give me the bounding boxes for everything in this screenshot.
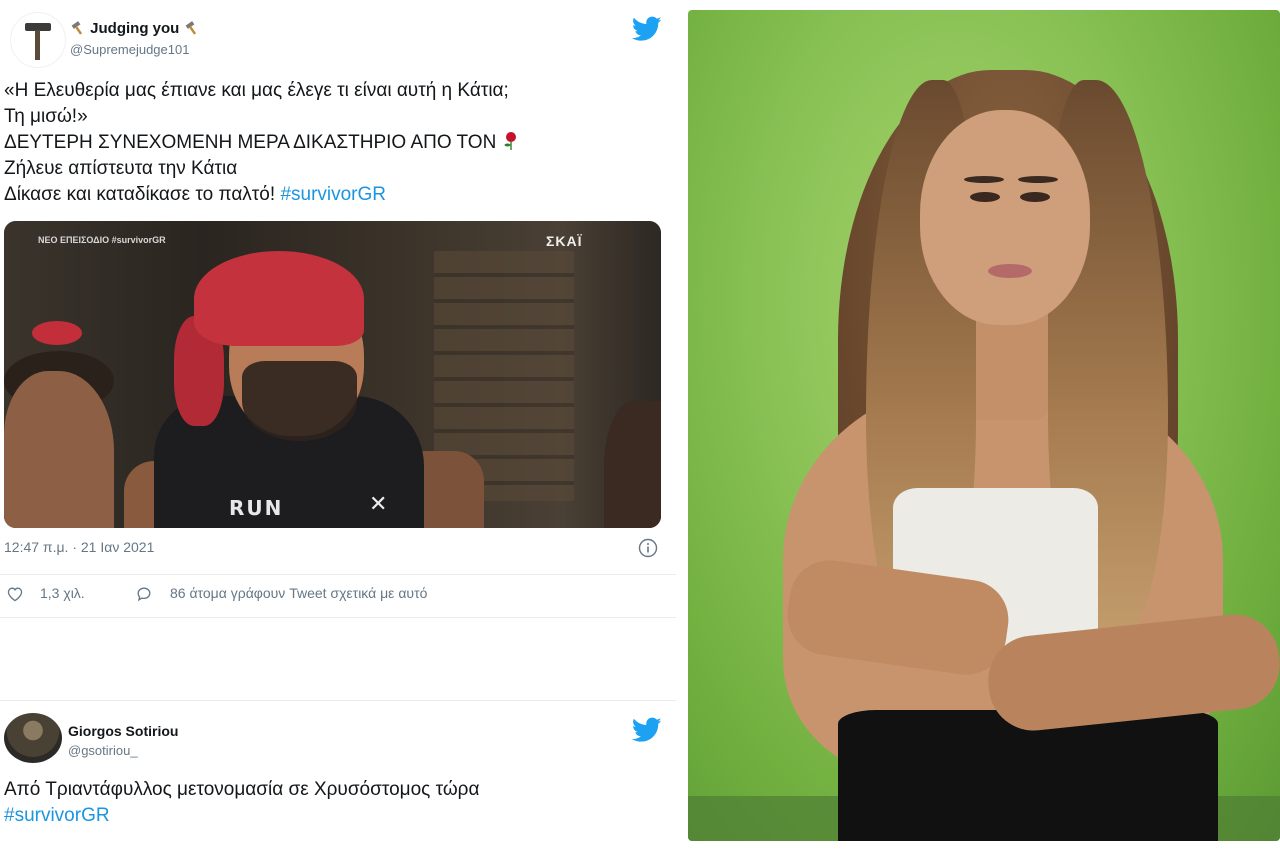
photo-eye (1020, 192, 1050, 202)
hashtag-link[interactable]: #survivorGR (280, 184, 386, 205)
tweet-timestamp[interactable]: 12:47 π.μ. · 21 Ιαν 2021 (4, 539, 154, 555)
video-left-person (4, 371, 114, 528)
author-name[interactable]: Giorgos Sotiriou (68, 723, 178, 739)
tweet-card[interactable]: Giorgos Sotiriou @gsotiriou_ Από Τριαντά… (0, 700, 676, 849)
video-channel-logo: ΣΚΑΪ (546, 233, 583, 249)
tweet-actions: 1,3 χιλ. 86 άτομα γράφουν Tweet σχετικά … (0, 574, 676, 610)
hammer-icon (71, 21, 83, 35)
tweet-text-line: «Η Ελευθερία μας έπιανε και μας έλεγε τι… (4, 80, 509, 101)
photo-eyebrow (1018, 176, 1058, 183)
tweet-text-line: Από Τριαντάφυλλος μετονομασία σε Χρυσόστ… (4, 779, 480, 800)
video-watermark: ΝΕΟ ΕΠΕΙΣΟΔΙΟ #survivorGR (38, 235, 166, 245)
tweet-text-line: Ζήλευε απίστευτα την Κάτια (4, 158, 238, 179)
twitter-bird-icon[interactable] (632, 717, 662, 743)
tweet-text: «Η Ελευθερία μας έπιανε και μας έλεγε τι… (4, 78, 672, 208)
twitter-bird-icon[interactable] (632, 16, 662, 42)
video-shirt-text: RUN (229, 496, 284, 520)
info-icon[interactable] (638, 538, 658, 558)
video-person-beard (242, 361, 357, 441)
gavel-icon (25, 23, 51, 60)
contestant-photo (688, 10, 1280, 841)
avatar[interactable] (10, 12, 66, 68)
tweet-column: Judging you @Supremejudge101 «Η Ελευθερί… (0, 0, 676, 849)
author-name[interactable]: Judging you (70, 20, 200, 37)
avatar[interactable] (4, 713, 62, 763)
tweet-text-line: ΔΕΥΤΕΡΗ ΣΥΝΕΧΟΜΕΝΗ ΜΕΡΑ ΔΙΚΑΣΤΗΡΙΟ ΑΠΟ Τ… (4, 130, 672, 156)
tweet-text-line: Δίκασε και καταδίκασε το παλτό! #survivo… (4, 182, 672, 208)
video-right-person (604, 401, 661, 528)
comment-count[interactable]: 86 άτομα γράφουν Tweet σχετικά με αυτό (170, 585, 427, 601)
hammer-icon (185, 21, 196, 35)
tweet-text-segment: Δίκασε και καταδίκασε το παλτό! (4, 184, 276, 205)
comment-icon[interactable] (135, 586, 153, 602)
tweet-card[interactable]: Judging you @Supremejudge101 «Η Ελευθερί… (0, 8, 676, 618)
rose-icon (504, 132, 517, 150)
author-handle[interactable]: @gsotiriou_ (68, 743, 138, 758)
tweet-video[interactable]: RUN ✕ ΝΕΟ ΕΠΕΙΣΟΔΙΟ #survivorGR ΣΚΑΪ (4, 221, 661, 528)
like-count[interactable]: 1,3 χιλ. (40, 585, 85, 601)
author-name-text: Judging you (90, 20, 180, 37)
tweet-text-line: Τη μισώ!» (4, 106, 88, 127)
heart-icon[interactable] (6, 586, 24, 602)
photo-lips (988, 264, 1032, 278)
hashtag-link[interactable]: #survivorGR (4, 803, 672, 829)
author-handle[interactable]: @Supremejudge101 (70, 42, 189, 57)
photo-eyebrow (964, 176, 1004, 183)
video-left-person-cap (32, 321, 82, 345)
tweet-text-segment: ΔΕΥΤΕΡΗ ΣΥΝΕΧΟΜΕΝΗ ΜΕΡΑ ΔΙΚΑΣΤΗΡΙΟ ΑΠΟ Τ… (4, 132, 497, 153)
photo-face (920, 110, 1090, 325)
photo-eye (970, 192, 1000, 202)
video-person-bandana (194, 251, 364, 346)
tweet-text: Από Τριαντάφυλλος μετονομασία σε Χρυσόστ… (4, 777, 672, 829)
underarmour-logo-icon: ✕ (369, 491, 388, 516)
